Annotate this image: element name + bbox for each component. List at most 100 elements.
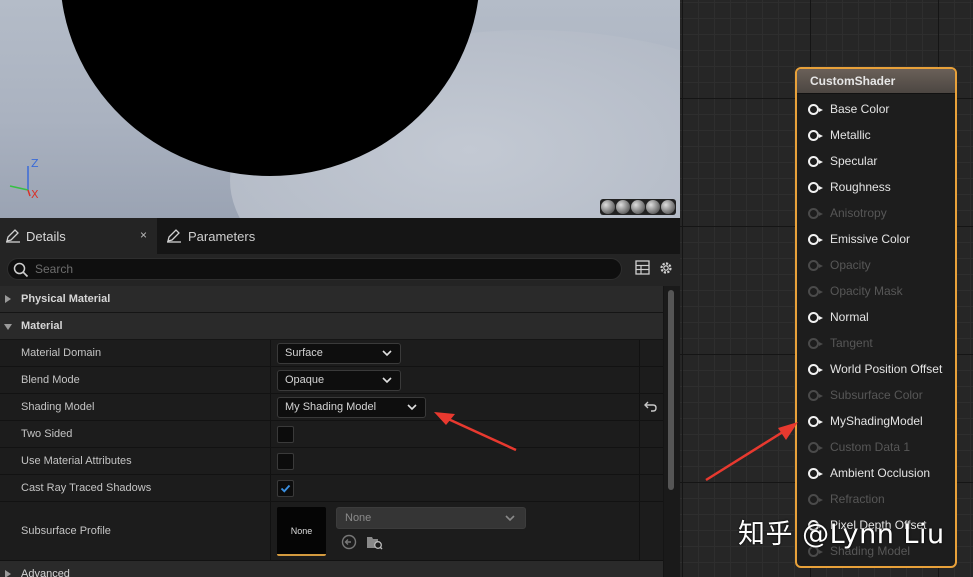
preview-shape-toolbar — [600, 199, 676, 215]
property-row-material-domain: Material Domain Surface — [0, 340, 663, 367]
material-domain-dropdown[interactable]: Surface — [277, 343, 401, 364]
pin-connector-icon[interactable] — [808, 155, 823, 167]
node-pin[interactable]: World Position Offset — [808, 359, 942, 379]
pin-label: World Position Offset — [830, 362, 943, 376]
subsurface-profile-dropdown[interactable]: None — [336, 507, 526, 529]
pin-label: Normal — [830, 310, 869, 324]
use-material-attributes-checkbox[interactable] — [277, 453, 294, 470]
reset-to-default-icon[interactable] — [644, 400, 658, 412]
property-row-cast-ray-traced-shadows: Cast Ray Traced Shadows — [0, 475, 663, 502]
search-box[interactable] — [7, 258, 622, 280]
tab-details[interactable]: Details × — [0, 218, 157, 254]
close-icon[interactable]: × — [140, 228, 147, 242]
pin-label: Roughness — [830, 180, 891, 194]
pin-label: MyShadingModel — [830, 414, 923, 428]
category-advanced[interactable]: Advanced — [0, 561, 663, 577]
pin-connector-icon[interactable] — [808, 337, 823, 349]
pin-connector-icon[interactable] — [808, 467, 823, 479]
pin-connector-icon[interactable] — [808, 181, 823, 193]
gear-icon[interactable] — [658, 260, 674, 276]
pin-label: Base Color — [830, 102, 890, 116]
chevron-down-icon — [407, 404, 417, 411]
dropdown-value: Opaque — [285, 374, 325, 386]
node-pin[interactable]: Specular — [808, 151, 877, 171]
property-row-shading-model: Shading Model My Shading Model — [0, 394, 663, 421]
two-sided-checkbox[interactable] — [277, 426, 294, 443]
node-pin[interactable]: Tangent — [808, 333, 873, 353]
node-pin[interactable]: Emissive Color — [808, 229, 910, 249]
node-title: CustomShader — [797, 69, 955, 94]
property-row-subsurface-profile: Subsurface Profile None None — [0, 502, 663, 561]
pin-connector-icon[interactable] — [808, 129, 823, 141]
chevron-down-icon — [382, 377, 392, 384]
cylinder-icon[interactable] — [601, 200, 615, 214]
node-pin[interactable]: Subsurface Color — [808, 385, 923, 405]
table-view-icon[interactable] — [635, 260, 650, 275]
pin-label: Ambient Occlusion — [830, 466, 931, 480]
property-row-use-material-attributes: Use Material Attributes — [0, 448, 663, 475]
node-pin[interactable]: Base Color — [808, 99, 889, 119]
node-pin[interactable]: Opacity — [808, 255, 871, 275]
details-search-row — [0, 254, 680, 286]
pin-label: Anisotropy — [830, 206, 887, 220]
property-row-blend-mode: Blend Mode Opaque — [0, 367, 663, 394]
blend-mode-dropdown[interactable]: Opaque — [277, 370, 401, 391]
pin-connector-icon[interactable] — [808, 233, 823, 245]
shading-model-dropdown[interactable]: My Shading Model — [277, 397, 426, 418]
pin-connector-icon[interactable] — [808, 207, 823, 219]
category-physical-material[interactable]: Physical Material — [0, 286, 663, 313]
material-preview-viewport[interactable]: Z X — [0, 0, 680, 218]
cast-ray-traced-shadows-checkbox[interactable] — [277, 480, 294, 497]
pin-label: Subsurface Color — [830, 388, 923, 402]
node-pin[interactable]: Refraction — [808, 489, 885, 509]
node-pin[interactable]: Custom Data 1 — [808, 437, 910, 457]
dropdown-value: My Shading Model — [285, 401, 377, 413]
custom-mesh-icon[interactable] — [661, 200, 675, 214]
pin-label: Custom Data 1 — [830, 440, 911, 454]
browse-asset-icon[interactable] — [366, 534, 383, 550]
pin-connector-icon[interactable] — [808, 493, 823, 505]
tab-parameters[interactable]: Parameters — [163, 218, 313, 254]
search-icon — [13, 262, 29, 278]
watermark: 知乎 @Lynn Liu — [738, 519, 945, 550]
axis-gizmo — [9, 166, 31, 197]
pin-connector-icon[interactable] — [808, 259, 823, 271]
node-pin[interactable]: Opacity Mask — [808, 281, 903, 301]
node-pin[interactable]: Ambient Occlusion — [808, 463, 930, 483]
custom-shader-node[interactable]: CustomShader Base Color Metallic Specular R… — [795, 67, 957, 568]
use-selected-asset-icon[interactable] — [341, 534, 357, 550]
pin-connector-icon[interactable] — [808, 311, 823, 323]
chevron-down-icon — [505, 515, 515, 522]
tab-details-label: Details — [26, 228, 66, 244]
pin-label: Refraction — [830, 492, 885, 506]
property-label: Shading Model — [21, 401, 95, 413]
property-label: Blend Mode — [21, 374, 80, 386]
property-label: Material Domain — [21, 347, 102, 359]
expand-arrow-icon — [5, 570, 11, 577]
node-pin[interactable]: MyShadingModel — [808, 411, 923, 431]
node-pin[interactable]: Anisotropy — [808, 203, 887, 223]
property-label: Cast Ray Traced Shadows — [21, 482, 152, 494]
node-pin[interactable]: Normal — [808, 307, 869, 327]
plane-icon[interactable] — [631, 200, 645, 214]
details-scrollbar[interactable] — [664, 286, 680, 577]
tab-parameters-label: Parameters — [188, 228, 256, 244]
pencil-icon — [6, 229, 20, 243]
pin-connector-icon[interactable] — [808, 285, 823, 297]
pin-connector-icon[interactable] — [808, 103, 823, 115]
pencil-icon — [167, 229, 181, 243]
sphere-icon[interactable] — [616, 200, 630, 214]
pin-connector-icon[interactable] — [808, 389, 823, 401]
search-input[interactable] — [35, 260, 595, 278]
pin-label: Opacity — [830, 258, 871, 272]
category-material[interactable]: Material — [0, 313, 663, 340]
pin-connector-icon[interactable] — [808, 363, 823, 375]
cube-icon[interactable] — [646, 200, 660, 214]
subsurface-profile-thumbnail[interactable]: None — [277, 507, 326, 556]
pin-connector-icon[interactable] — [808, 415, 823, 427]
property-label: Use Material Attributes — [21, 455, 132, 467]
node-pin[interactable]: Roughness — [808, 177, 891, 197]
pin-connector-icon[interactable] — [808, 441, 823, 453]
node-pin[interactable]: Metallic — [808, 125, 871, 145]
category-label: Material — [21, 320, 63, 332]
